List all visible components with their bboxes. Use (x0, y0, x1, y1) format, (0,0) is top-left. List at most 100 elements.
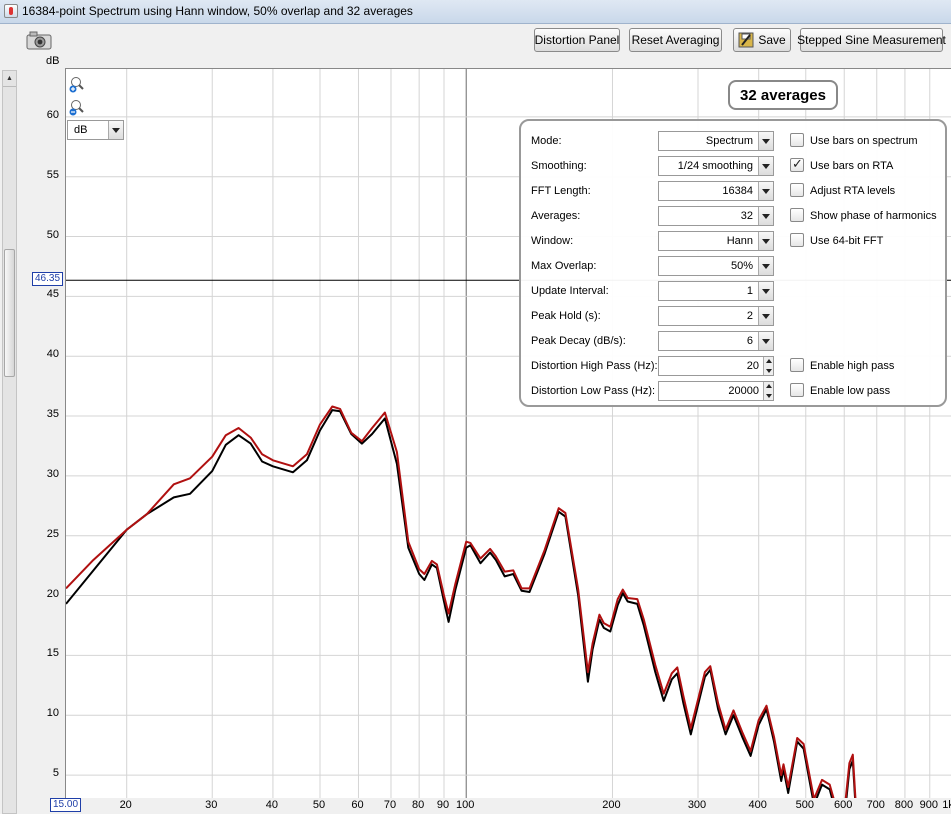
spinner-arrows-icon[interactable] (763, 357, 773, 375)
y-tick-label: 30 (46, 467, 59, 480)
field-value: 16384 (722, 185, 753, 197)
y-axis-unit-label: dB (46, 55, 60, 67)
dropdown-field[interactable]: 2 (658, 306, 774, 326)
window-title: 16384-point Spectrum using Hann window, … (22, 4, 413, 18)
y-tick-label: 15 (46, 647, 59, 660)
scrollbar-thumb[interactable] (4, 249, 15, 377)
dropdown-field[interactable]: 6 (658, 331, 774, 351)
cursor-value-box[interactable]: 46.35 (32, 272, 63, 287)
spectrum-controls-panel: Mode: Spectrum Smoothing: 1/24 smoothing FFT… (519, 119, 947, 407)
dropdown-field[interactable]: 16384 (658, 181, 774, 201)
snapshot-button[interactable] (24, 29, 54, 51)
y-tick-label: 10 (46, 707, 59, 720)
checkbox[interactable] (790, 156, 804, 172)
control-label: Distortion High Pass (Hz): (531, 360, 658, 372)
control-label: Update Interval: (531, 285, 609, 297)
x-tick-label: 100 (456, 799, 475, 811)
y-tick-label: 20 (46, 587, 59, 600)
stepped-sine-measurement-button[interactable]: Stepped Sine Measurement (797, 28, 946, 52)
vertical-scrollbar[interactable]: ▲ (2, 70, 17, 814)
checkbox-label[interactable]: Use bars on RTA (810, 157, 893, 175)
control-label: FFT Length: (531, 185, 591, 197)
toolbar: Distortion Panel Reset Averaging Save St… (0, 24, 951, 56)
checkbox[interactable] (790, 233, 804, 247)
chevron-down-icon[interactable] (758, 257, 773, 275)
x-axis-start-box[interactable]: 15.00 (50, 798, 81, 812)
chevron-down-icon[interactable] (758, 307, 773, 325)
series-line-peak (66, 405, 857, 798)
control-label: Peak Hold (s): (531, 310, 601, 322)
field-value: 1 (746, 285, 753, 297)
y-tick-label: 40 (46, 348, 59, 361)
spinner-field[interactable]: 20000 (658, 381, 774, 401)
reset-averaging-button[interactable]: Reset Averaging (629, 28, 722, 52)
x-tick-label: 30 (205, 799, 218, 811)
checkbox-label[interactable]: Show phase of harmonics (810, 207, 937, 225)
dropdown-field[interactable]: Hann (658, 231, 774, 251)
control-label: Averages: (531, 210, 581, 222)
field-value: 1/24 smoothing (677, 160, 753, 172)
checkbox[interactable] (790, 358, 804, 372)
x-tick-label: 20 (119, 799, 132, 811)
field-value: Spectrum (705, 135, 753, 147)
chevron-down-icon[interactable] (758, 182, 773, 200)
x-tick-label: 200 (602, 799, 621, 811)
chevron-down-icon[interactable] (758, 157, 773, 175)
chevron-down-icon[interactable] (758, 332, 773, 350)
field-value: 6 (746, 335, 753, 347)
chevron-down-icon[interactable] (108, 121, 123, 139)
checkbox-label[interactable]: Use 64-bit FFT (810, 232, 883, 250)
save-button[interactable]: Save (733, 28, 791, 52)
x-tick-label: 500 (795, 799, 814, 811)
x-tick-label: 600 (834, 799, 853, 811)
java-app-icon (4, 4, 18, 18)
camera-icon (26, 31, 52, 50)
zoom-out-icon[interactable] (69, 99, 87, 117)
chevron-down-icon[interactable] (758, 232, 773, 250)
dropdown-field[interactable]: 50% (658, 256, 774, 276)
field-value: 20000 (728, 385, 759, 397)
x-tick-label: 1k (942, 799, 951, 811)
dropdown-field[interactable]: 1 (658, 281, 774, 301)
checkbox[interactable] (790, 208, 804, 222)
checkbox[interactable] (790, 183, 804, 197)
checkbox-label[interactable]: Adjust RTA levels (810, 182, 895, 200)
x-tick-label: 400 (748, 799, 767, 811)
distortion-panel-button[interactable]: Distortion Panel (534, 28, 620, 52)
checkbox-label[interactable]: Use bars on spectrum (810, 132, 918, 150)
field-value: 20 (746, 360, 759, 372)
y-tick-label: 45 (46, 288, 59, 301)
save-label: Save (758, 33, 786, 47)
dropdown-field[interactable]: Spectrum (658, 131, 774, 151)
checkbox-label[interactable]: Enable high pass (810, 357, 894, 375)
dropdown-field[interactable]: 1/24 smoothing (658, 156, 774, 176)
chevron-down-icon[interactable] (758, 132, 773, 150)
checkbox[interactable] (790, 383, 804, 397)
dropdown-field[interactable]: 32 (658, 206, 774, 226)
control-label: Window: (531, 235, 574, 247)
checkbox[interactable] (790, 133, 804, 147)
control-label: Max Overlap: (531, 260, 597, 272)
averages-badge: 32 averages (728, 80, 838, 110)
zoom-in-icon[interactable] (69, 76, 87, 94)
spinner-field[interactable]: 20 (658, 356, 774, 376)
y-tick-label: 55 (46, 168, 59, 181)
control-label: Mode: (531, 135, 562, 147)
control-label: Peak Decay (dB/s): (531, 335, 626, 347)
control-label: Smoothing: (531, 160, 587, 172)
y-tick-label: 60 (46, 108, 59, 121)
chevron-down-icon[interactable] (758, 282, 773, 300)
y-tick-label: 5 (52, 767, 59, 780)
x-tick-label: 40 (265, 799, 279, 811)
field-value: Hann (726, 235, 753, 247)
field-value: 2 (746, 310, 753, 322)
y-unit-select[interactable]: dB (67, 120, 124, 140)
x-tick-label: 50 (312, 799, 326, 811)
checkbox-label[interactable]: Enable low pass (810, 382, 890, 400)
scroll-up-arrow-icon[interactable]: ▲ (3, 71, 16, 87)
field-value: 32 (740, 210, 753, 222)
spinner-arrows-icon[interactable] (763, 382, 773, 400)
title-bar: 16384-point Spectrum using Hann window, … (0, 0, 951, 24)
y-tick-label: 50 (46, 228, 59, 241)
chevron-down-icon[interactable] (758, 207, 773, 225)
